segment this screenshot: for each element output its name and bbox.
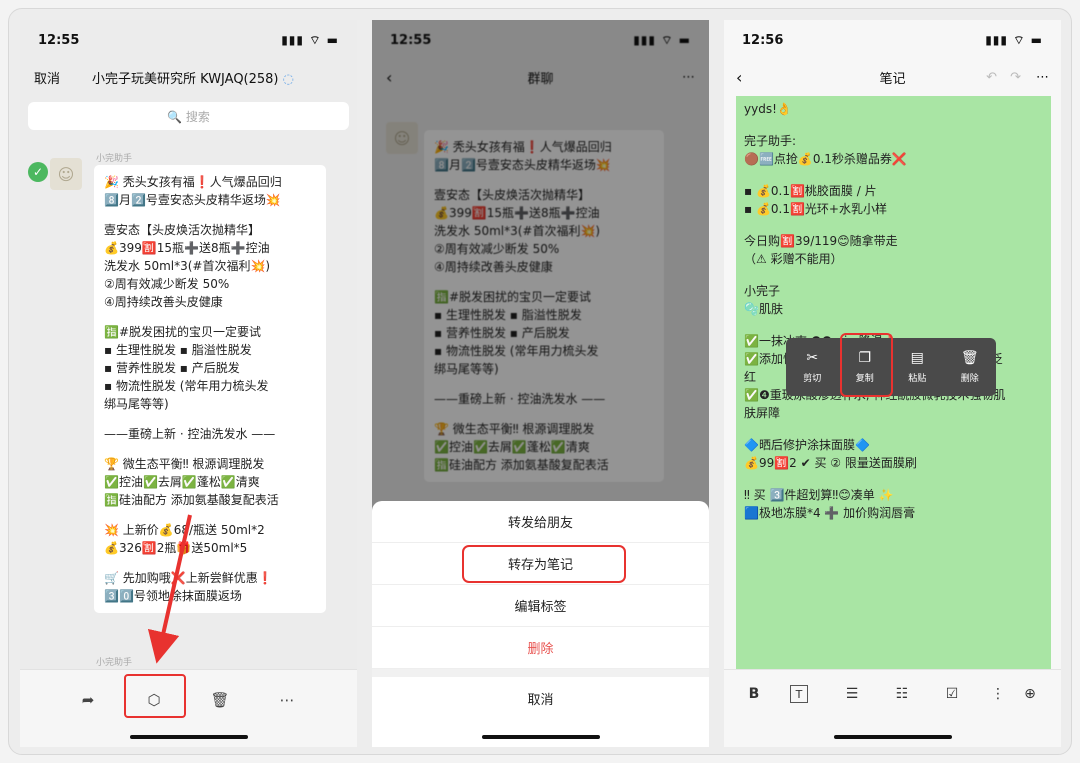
text-line: 🔷晒后修护涂抹面膜🔷 [744,438,870,452]
text-line: 肤屏障 [744,406,781,420]
forward-to-friend-option[interactable]: 转发给朋友 [372,501,709,543]
bold-icon[interactable]: B [742,682,766,706]
text-line: 完子助手: [744,134,797,148]
edit-tags-option[interactable]: 编辑标签 [372,585,709,627]
text-line: 🫧肌肤 [744,302,783,316]
home-indicator [833,735,952,739]
scissors-icon: ✂ [806,350,819,366]
signal-wifi-battery-icon: ▮▮▮ ⌔ ▬ [985,32,1043,47]
text-line: yyds!👌 [744,102,792,116]
text-line: 🟦极地冻膜*4 ➕ 加价购润唇膏 [744,506,916,520]
trash-icon: 🗑 [960,350,979,366]
paste-menu-item[interactable]: ▤ 粘贴 [895,350,939,384]
phone-action-sheet-screen: 12:55 ▮▮▮ ⌔ ▬ ‹ 群聊 ⋯ ☺ 🎉 秃头女孩有福❗人气爆品回归 8️… [372,20,709,747]
bullet-list-icon[interactable]: ☷ [890,682,914,706]
cut-menu-item[interactable]: ✂ 剪切 [790,350,834,384]
paste-label: 粘贴 [908,374,927,384]
checkbox-icon[interactable]: ☑ [940,682,964,706]
paste-icon: ▤ [910,350,924,366]
delete-option[interactable]: 删除 [372,627,709,669]
status-bar: 12:56 ▮▮▮ ⌔ ▬ [724,20,1061,60]
status-time: 12:56 [742,32,784,48]
highlight-box [462,545,626,583]
redo-icon[interactable]: ↷ [1010,70,1021,85]
delete-menu-item[interactable]: 🗑 删除 [948,350,992,384]
text-line: 今日购🈹39/119😊随拿带走 [744,234,898,248]
sheet-divider [372,669,709,677]
text-line: 💰99🈹2 ✔ 买 ② 限量送面膜刷 [744,456,917,470]
text-line: 小完子 [744,284,781,298]
action-sheet: 转发给朋友 转存为笔记 编辑标签 删除 取消 [372,501,709,747]
phone-chat-screen: 12:55 ▮▮▮ ⌔ ▬ 取消 小完子玩美研究所 KWJAQ(258) ◌ 🔍… [20,20,357,747]
highlight-box [840,333,893,397]
text-line: ▪ 💰0.1🈹光环+水乳小样 [744,202,887,216]
cut-label: 剪切 [803,374,822,384]
more-icon[interactable]: ⋯ [1036,70,1049,85]
text-line: 🟤🆓点抢💰0.1秒杀赠品券❌ [744,152,907,166]
red-arrow-annotation [147,514,192,664]
undo-icon[interactable]: ↶ [986,70,997,85]
text-style-icon[interactable]: T [790,685,808,703]
phone-note-editor-screen: 12:56 ▮▮▮ ⌔ ▬ ‹ 笔记 ↶ ↷ ⋯ yyds!👌 完子助手: 🟤🆓点抢… [724,20,1061,747]
delete-label: 删除 [960,374,979,384]
home-indicator [481,735,600,739]
numbered-list-icon[interactable]: ☰ [840,682,864,706]
text-line: （⚠ 彩赠不能用） [744,252,843,266]
note-nav-bar: ‹ 笔记 ↶ ↷ ⋯ [724,62,1061,92]
text-line: ‼ 买 3️⃣件超划算‼😊凑单 ✨ [744,488,894,502]
divider-icon[interactable]: ⋮ [986,682,1010,706]
text-line: ▪ 💰0.1🈹桃胶面膜 / 片 [744,184,877,198]
cancel-option[interactable]: 取消 [372,677,709,719]
insert-icon[interactable]: ⊕ [1018,682,1042,706]
format-toolbar: B T ☰ ☷ ☑ ⋮ ⊕ [724,669,1061,747]
